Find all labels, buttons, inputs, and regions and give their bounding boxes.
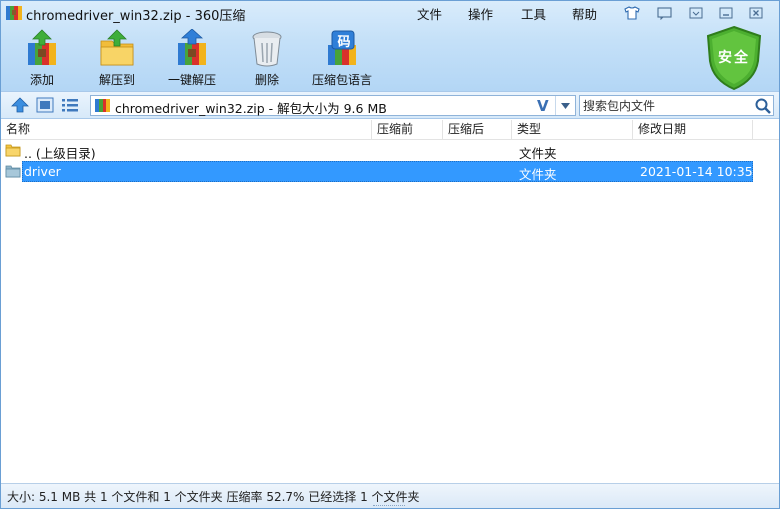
verify-icon[interactable]: V	[537, 97, 549, 115]
menu-help[interactable]: 帮助	[572, 4, 597, 23]
close-icon[interactable]	[745, 4, 767, 22]
path-dropdown-button[interactable]	[555, 96, 575, 115]
extract-to-button[interactable]: 解压到	[81, 27, 153, 89]
status-bar: 大小: 5.1 MB 共 1 个文件和 1 个文件夹 压缩率 52.7% 已经选…	[1, 483, 779, 508]
window-title: chromedriver_win32.zip - 360压缩	[26, 9, 246, 24]
archive-language-icon: 码	[324, 29, 360, 67]
file-list-header: 名称 压缩前 压缩后 类型 修改日期	[1, 120, 779, 140]
extract-to-label: 解压到	[98, 73, 135, 87]
search-input[interactable]	[580, 96, 752, 115]
feedback-icon[interactable]	[653, 4, 675, 22]
delete-button[interactable]: 删除	[231, 27, 303, 89]
header-region: chromedriver_win32.zip - 360压缩 文件 操作 工具 …	[1, 1, 779, 91]
column-name[interactable]: 名称	[1, 120, 372, 139]
toolbar: 添加 解压到 一键解压 删除 码 压缩包语言	[1, 27, 701, 89]
menu-dropdown-icon[interactable]	[685, 4, 707, 22]
file-row-parent[interactable]: .. (上级目录) 文件夹	[1, 140, 779, 161]
minimize-icon[interactable]	[715, 4, 737, 22]
resize-grip[interactable]	[373, 505, 405, 508]
add-archive-icon	[24, 29, 60, 67]
row-type: 文件夹	[519, 167, 557, 182]
title-bar[interactable]: chromedriver_win32.zip - 360压缩 文件 操作 工具 …	[1, 1, 779, 25]
row-modified: 2021-01-14 10:35	[640, 164, 753, 179]
path-text: chromedriver_win32.zip - 解包大小为 9.6 MB	[115, 101, 387, 116]
column-modified[interactable]: 修改日期	[633, 120, 753, 139]
one-click-extract-label: 一键解压	[167, 73, 216, 87]
menu-operate[interactable]: 操作	[468, 4, 493, 23]
column-size-after[interactable]: 压缩后	[443, 120, 512, 139]
app-window: chromedriver_win32.zip - 360压缩 文件 操作 工具 …	[0, 0, 780, 509]
column-type[interactable]: 类型	[512, 120, 633, 139]
add-label: 添加	[29, 73, 54, 87]
column-size-before[interactable]: 压缩前	[372, 120, 443, 139]
delete-label: 删除	[254, 73, 279, 87]
security-badge-text: 安全	[718, 50, 750, 66]
search-icon[interactable]	[754, 97, 772, 114]
extract-to-icon	[99, 29, 135, 67]
archive-app-icon	[6, 6, 22, 20]
up-arrow-icon[interactable]	[11, 97, 29, 113]
row-type: 文件夹	[519, 146, 557, 161]
path-field[interactable]: chromedriver_win32.zip - 解包大小为 9.6 MB V	[90, 95, 576, 116]
row-name: .. (上级目录)	[24, 146, 96, 161]
status-text: 大小: 5.1 MB 共 1 个文件和 1 个文件夹 压缩率 52.7% 已经选…	[7, 490, 420, 504]
chevron-down-icon	[561, 102, 570, 109]
one-click-extract-icon	[174, 28, 210, 67]
list-view-icon[interactable]	[61, 97, 79, 113]
row-name: driver	[24, 164, 61, 179]
menu-file[interactable]: 文件	[417, 4, 442, 23]
folder-up-icon	[5, 142, 21, 158]
folder-icon	[5, 163, 21, 179]
archive-language-button[interactable]: 码 压缩包语言	[306, 27, 378, 89]
language-glyph: 码	[337, 35, 351, 50]
file-row-driver[interactable]: driver 文件夹 2021-01-14 10:35	[1, 161, 779, 182]
delete-trash-icon	[249, 29, 285, 67]
skin-shirt-icon[interactable]	[621, 4, 643, 22]
archive-language-label: 压缩包语言	[311, 73, 372, 87]
large-icon-view-icon[interactable]	[36, 97, 54, 113]
address-bar-row: chromedriver_win32.zip - 解包大小为 9.6 MB V	[1, 91, 779, 119]
add-button[interactable]: 添加	[6, 27, 78, 89]
one-click-extract-button[interactable]: 一键解压	[156, 27, 228, 89]
search-box[interactable]	[579, 95, 774, 116]
zip-file-icon	[95, 99, 110, 112]
menu-tools[interactable]: 工具	[521, 4, 546, 23]
